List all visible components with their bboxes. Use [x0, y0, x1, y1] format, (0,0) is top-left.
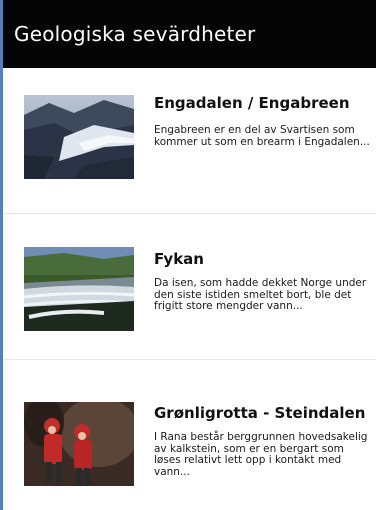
- glacier-image: [24, 95, 134, 179]
- list-item-fykan[interactable]: Fykan Da isen, som hadde dekket Norge un…: [3, 214, 376, 360]
- item-title: Grønligrotta - Steindalen: [154, 404, 366, 422]
- item-description: Da isen, som hadde dekket Norge under de…: [154, 277, 367, 312]
- cave-image: [24, 402, 134, 486]
- app-screen: Geologiska sevärdheter Engadalen / Engab…: [0, 0, 376, 510]
- waterfall-image: [24, 247, 134, 331]
- sights-list: Engadalen / Engabreen Engabreen er en de…: [3, 68, 376, 506]
- page-title: Geologiska sevärdheter: [14, 22, 256, 46]
- item-description: Engabreen er en del av Svartisen som kom…: [154, 124, 370, 148]
- header-bar: Geologiska sevärdheter: [3, 0, 376, 68]
- list-item-engadalen[interactable]: Engadalen / Engabreen Engabreen er en de…: [3, 68, 376, 214]
- item-description: I Rana består berggrunnen hovedsakelig a…: [154, 431, 368, 478]
- item-title: Fykan: [154, 250, 204, 268]
- item-title: Engadalen / Engabreen: [154, 94, 350, 112]
- list-item-gronligrotta[interactable]: Grønligrotta - Steindalen I Rana består …: [3, 360, 376, 506]
